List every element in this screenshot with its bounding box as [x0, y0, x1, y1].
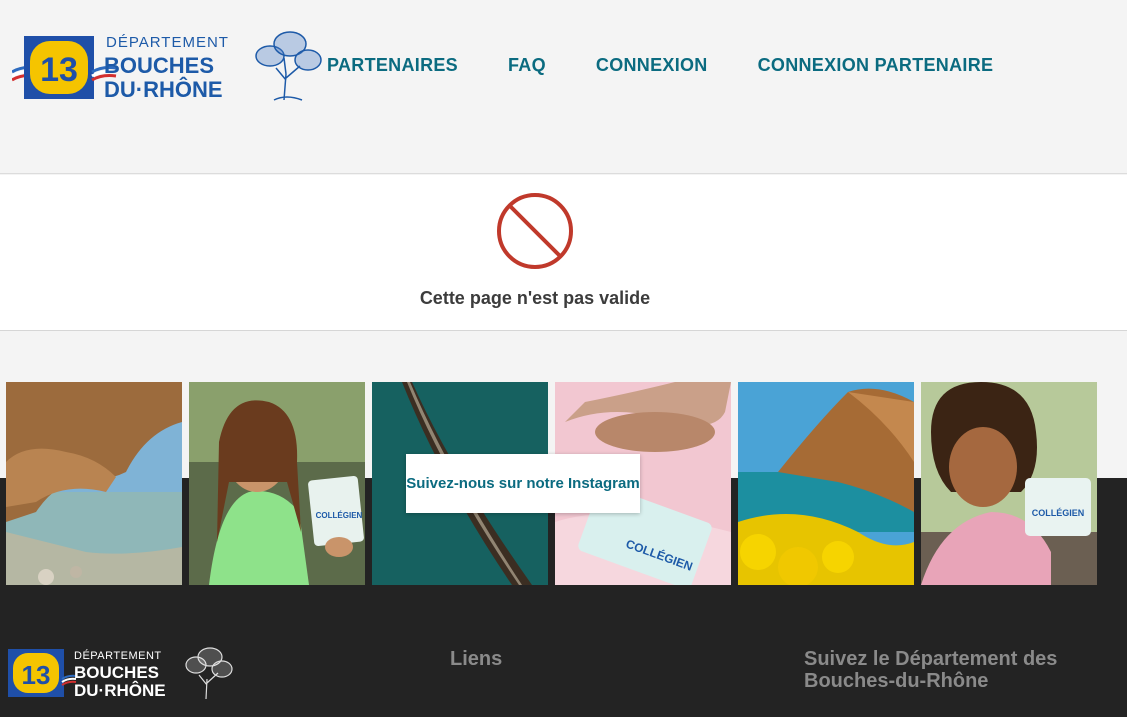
- svg-text:DU·RHÔNE: DU·RHÔNE: [104, 77, 223, 102]
- svg-text:13: 13: [40, 51, 78, 89]
- instagram-photo-child-card[interactable]: COLLÉGIEN: [921, 382, 1097, 585]
- olive-tree-icon: [255, 31, 322, 101]
- nav-connexion[interactable]: CONNEXION: [596, 55, 708, 76]
- error-panel: Cette page n'est pas valide: [0, 175, 1127, 331]
- error-message: Cette page n'est pas valide: [419, 288, 651, 308]
- footer-follow-heading: Suivez le Département des Bouches-du-Rhô…: [804, 648, 1058, 692]
- svg-text:BOUCHES: BOUCHES: [74, 663, 159, 682]
- footer-links-heading: Liens: [450, 648, 503, 670]
- svg-text:DÉPARTEMENT: DÉPARTEMENT: [74, 649, 162, 662]
- svg-text:COLLÉGIEN: COLLÉGIEN: [316, 511, 363, 520]
- instagram-photo-girl-card[interactable]: COLLÉGIEN: [189, 382, 365, 585]
- svg-text:DU·RHÔNE: DU·RHÔNE: [74, 681, 166, 700]
- instagram-photo-calanque[interactable]: [738, 382, 914, 585]
- instagram-follow-button[interactable]: Suivez-nous sur notre Instagram: [406, 454, 640, 513]
- main-nav: PARTENAIRES FAQ CONNEXION CONNEXION PART…: [327, 55, 1043, 76]
- site-header: 13 DÉPARTEMENT BOUCHES DU·RHÔNE PARTENAI…: [0, 0, 1127, 174]
- instagram-photo-cove[interactable]: [6, 382, 182, 585]
- svg-text:DÉPARTEMENT: DÉPARTEMENT: [106, 34, 229, 51]
- forbidden-icon: [495, 191, 575, 271]
- footer-department-logo[interactable]: 13 DÉPARTEMENT BOUCHES DU·RHÔNE: [6, 645, 234, 701]
- olive-tree-icon: [185, 647, 233, 700]
- svg-text:COLLÉGIEN: COLLÉGIEN: [1032, 508, 1085, 518]
- svg-text:BOUCHES: BOUCHES: [104, 53, 214, 78]
- department-logo[interactable]: 13 DÉPARTEMENT BOUCHES DU·RHÔNE: [11, 28, 322, 104]
- nav-faq[interactable]: FAQ: [508, 55, 546, 76]
- svg-text:13: 13: [22, 660, 51, 690]
- nav-connexion-partenaire[interactable]: CONNEXION PARTENAIRE: [758, 55, 994, 76]
- nav-partenaires[interactable]: PARTENAIRES: [327, 55, 458, 76]
